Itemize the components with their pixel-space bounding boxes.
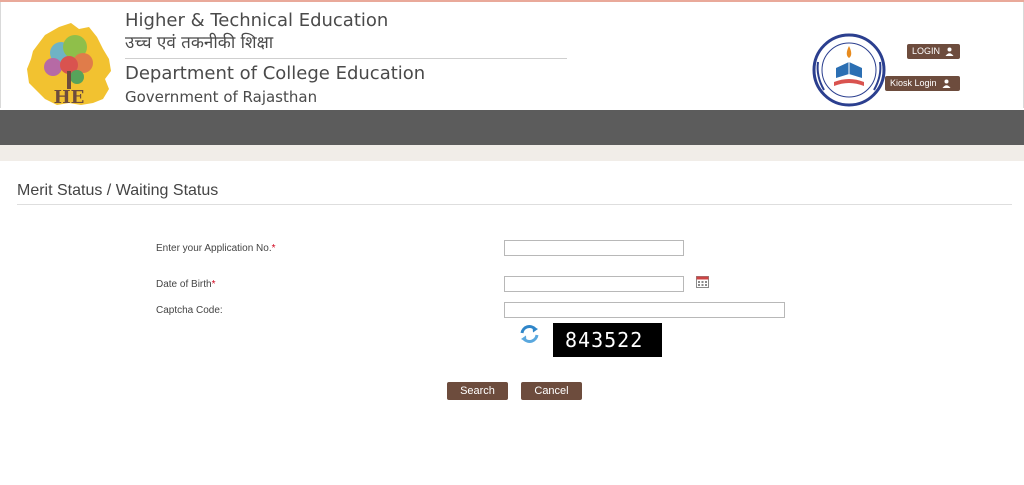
- header-government: Government of Rajasthan: [125, 88, 318, 106]
- login-button[interactable]: LOGIN: [907, 44, 960, 59]
- header-department: Department of College Education: [125, 63, 426, 84]
- date-of-birth-input[interactable]: [504, 276, 684, 292]
- required-asterisk: *: [271, 243, 276, 254]
- captcha-image: 843522: [553, 323, 662, 357]
- login-label: LOGIN: [912, 46, 941, 56]
- search-button[interactable]: Search: [447, 382, 508, 400]
- sub-navigation-strip: [0, 145, 1024, 161]
- main-navigation-bar: [0, 110, 1024, 145]
- application-number-label: Enter your Application No.*: [156, 243, 276, 254]
- cancel-button[interactable]: Cancel: [521, 382, 582, 400]
- header-title-block: Higher & Technical Education उच्च एवं तक…: [125, 10, 567, 108]
- page-title: Merit Status / Waiting Status: [17, 182, 219, 199]
- header-title-english: Higher & Technical Education: [125, 10, 389, 31]
- page-title-divider: [17, 204, 1012, 205]
- site-header: HE Higher & Technical Education उच्च एवं…: [0, 2, 1024, 108]
- user-icon: [945, 47, 954, 56]
- application-number-input[interactable]: [504, 240, 684, 256]
- header-title-hindi: उच्च एवं तकनीकी शिक्षा: [125, 33, 274, 53]
- calendar-icon[interactable]: [696, 276, 709, 288]
- required-asterisk: *: [211, 279, 216, 290]
- logo-text: HE: [54, 87, 85, 107]
- college-education-emblem: [812, 33, 886, 107]
- date-of-birth-label-text: Date of Birth: [156, 279, 212, 290]
- captcha-code-input[interactable]: [504, 302, 785, 318]
- department-logo[interactable]: HE: [23, 19, 115, 107]
- captcha-code-label: Captcha Code:: [156, 305, 223, 316]
- kiosk-login-button[interactable]: Kiosk Login: [885, 76, 960, 91]
- date-of-birth-label: Date of Birth*: [156, 279, 216, 290]
- header-divider: [125, 58, 567, 59]
- refresh-icon[interactable]: [519, 324, 540, 344]
- application-number-label-text: Enter your Application No.: [156, 243, 272, 254]
- user-icon: [942, 79, 951, 88]
- kiosk-login-label: Kiosk Login: [890, 78, 937, 88]
